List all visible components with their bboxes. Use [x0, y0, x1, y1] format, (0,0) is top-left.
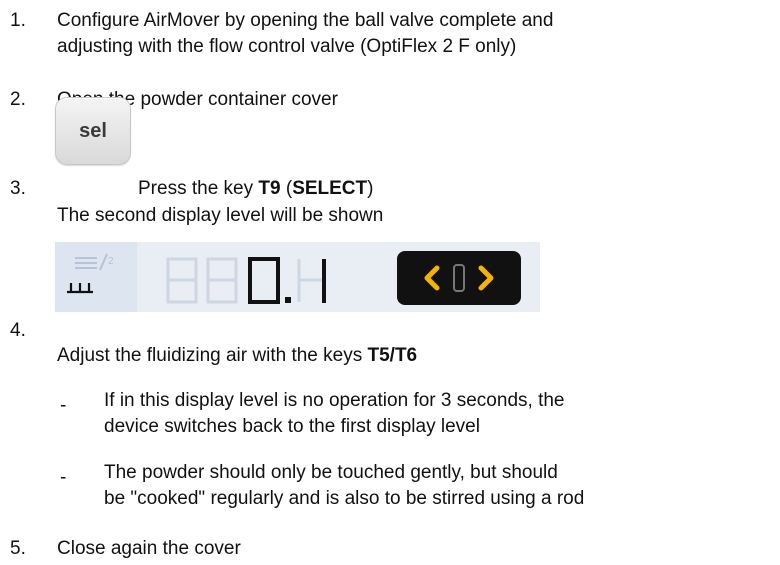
key-select: SELECT	[292, 178, 368, 199]
segment-digit-value-1	[297, 259, 326, 303]
segment-digit-value-0	[248, 257, 280, 304]
step-4-text: Adjust the fluidizing air with the keys …	[57, 345, 418, 366]
bullet-1-dash: -	[60, 395, 67, 416]
bullet-1-line-2: device switches back to the first displa…	[104, 416, 480, 437]
bullet-2-line-1: The powder should only be touched gently…	[104, 462, 558, 483]
step-1-number: 1.	[10, 10, 26, 31]
sel-key-icon: sel	[55, 97, 131, 165]
step-3-number: 3.	[10, 178, 26, 199]
decimal-point	[285, 297, 291, 303]
step-4-number: 4.	[10, 320, 26, 341]
step-3-text: Press the key T9 (SELECT)	[138, 178, 374, 199]
key-t5-t6: T5/T6	[367, 345, 418, 366]
step-5-text: Close again the cover	[57, 538, 241, 559]
step-5-number: 5.	[10, 538, 26, 559]
step-3-line-2: The second display level will be shown	[57, 205, 384, 226]
segment-digit-2	[206, 257, 238, 304]
svg-text:2: 2	[108, 256, 114, 267]
key-t9: T9	[258, 178, 281, 199]
step-2-number: 2.	[10, 89, 26, 110]
bullet-1-line-1: If in this display level is no operation…	[104, 390, 565, 411]
sel-key-label: sel	[79, 120, 107, 142]
bullet-2-line-2: be "cooked" regularly and is also to be …	[104, 488, 585, 509]
step-1-line-2: adjusting with the flow control valve (O…	[57, 36, 517, 57]
segment-digit-1	[166, 257, 198, 304]
step-1-line-1: Configure AirMover by opening the ball v…	[57, 10, 554, 31]
fluidizing-display-panel: 2	[55, 242, 540, 312]
left-right-arrow-keys-icon	[397, 251, 521, 305]
bullet-2-dash: -	[60, 467, 67, 488]
fluidizing-air-icon: 2	[55, 242, 137, 312]
